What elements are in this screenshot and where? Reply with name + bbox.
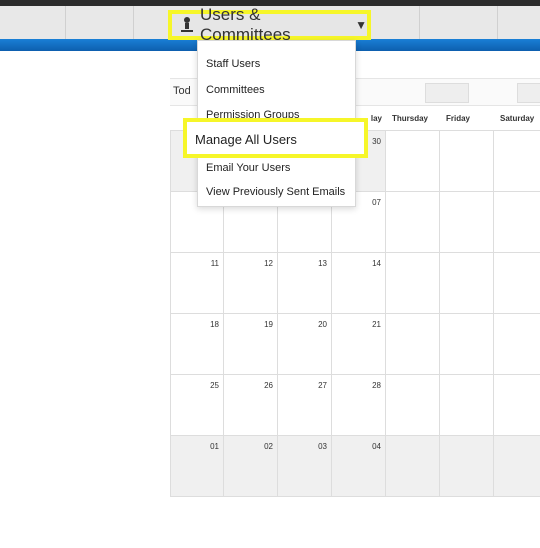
day-header: Friday [446,114,471,123]
menu-label: Users & Committees [200,5,291,44]
nav-divider [419,6,420,39]
menu-item-manage-all-users[interactable]: Manage All Users [183,118,368,158]
calendar-day-cell[interactable] [386,253,440,313]
menu-item-staff-users[interactable]: Staff Users [206,58,260,70]
calendar-day-cell[interactable] [494,192,540,252]
calendar-day-cell[interactable]: 27 [278,375,332,435]
calendar-day-cell[interactable] [494,253,540,313]
day-header: Thursday [392,114,429,123]
calendar-day-cell[interactable]: 12 [224,253,278,313]
toolbar-button[interactable] [517,83,540,103]
calendar-day-cell[interactable] [440,375,494,435]
calendar-day-cell[interactable] [386,375,440,435]
calendar-day-cell[interactable] [494,436,540,496]
calendar-day-cell[interactable] [386,131,440,191]
calendar-day-cell[interactable]: 28 [332,375,386,435]
menu-item-view-sent-emails[interactable]: View Previously Sent Emails [206,186,345,198]
day-header: Saturday [500,114,535,123]
calendar-day-cell[interactable]: 19 [224,314,278,374]
calendar-day-cell[interactable] [440,131,494,191]
calendar-day-cell[interactable]: 14 [332,253,386,313]
calendar-day-cell[interactable] [386,314,440,374]
calendar-day-cell[interactable] [494,314,540,374]
calendar-day-cell[interactable]: 02 [224,436,278,496]
calendar-day-cell[interactable]: 11 [170,253,224,313]
calendar-day-cell[interactable]: 03 [278,436,332,496]
calendar-day-cell[interactable]: 26 [224,375,278,435]
calendar-day-cell[interactable]: 01 [170,436,224,496]
calendar-day-cell[interactable] [440,253,494,313]
calendar-day-cell[interactable] [386,436,440,496]
calendar-week: 01 02 03 04 [170,436,540,497]
calendar-day-cell[interactable] [494,131,540,191]
calendar-day-cell[interactable] [494,375,540,435]
calendar-day-cell[interactable] [440,192,494,252]
users-committees-menu-button[interactable]: Users & Committees ▼ [168,5,371,44]
calendar-week: 11 12 13 14 [170,253,540,314]
calendar-day-cell[interactable]: 21 [332,314,386,374]
nav-divider [65,6,66,39]
calendar-day-cell[interactable] [440,314,494,374]
calendar-day-cell[interactable]: 18 [170,314,224,374]
menu-item-email-your-users[interactable]: Email Your Users [206,162,290,174]
menu-item-committees[interactable]: Committees [206,84,265,96]
menu-item-label: Manage All Users [195,132,297,147]
toolbar-button[interactable] [425,83,469,103]
calendar-day-cell[interactable]: 13 [278,253,332,313]
calendar-day-cell[interactable]: 20 [278,314,332,374]
user-icon [180,16,194,34]
calendar-day-cell[interactable]: 04 [332,436,386,496]
nav-divider [133,6,134,39]
chevron-down-icon: ▼ [355,18,367,32]
calendar-day-cell[interactable] [386,192,440,252]
calendar-week: 25 26 27 28 [170,375,540,436]
calendar-day-cell[interactable]: 25 [170,375,224,435]
calendar-day-cell[interactable] [440,436,494,496]
nav-divider [497,6,498,39]
calendar-week: 18 19 20 21 [170,314,540,375]
